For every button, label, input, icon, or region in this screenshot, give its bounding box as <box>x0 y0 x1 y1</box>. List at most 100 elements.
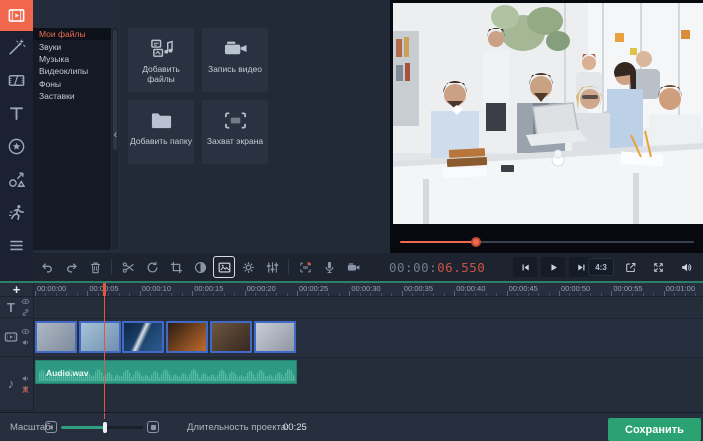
play-button[interactable] <box>541 257 565 277</box>
ruler-tick <box>328 293 329 296</box>
import-tile-4[interactable]: Захват экрана <box>202 100 268 164</box>
file-panel-item-label: Фоны <box>39 79 61 89</box>
clip-properties-button[interactable] <box>237 256 259 278</box>
seek-handle[interactable] <box>471 237 481 247</box>
file-panel-item[interactable]: Заставки <box>33 90 111 102</box>
aspect-ratio-button[interactable]: 4:3 <box>588 258 614 276</box>
import-tile-label: Захват экрана <box>205 136 265 146</box>
filters-adjust-button[interactable] <box>261 256 283 278</box>
import-tile-3[interactable]: Добавить папку <box>128 100 194 164</box>
seek-bar[interactable] <box>400 236 694 248</box>
file-panel-item[interactable]: Мои файлы <box>33 28 111 40</box>
save-button[interactable]: Сохранить <box>608 418 701 441</box>
ruler-label: 00:00:35 <box>404 284 433 293</box>
ruler-tick <box>664 291 665 296</box>
montage-wizard-button[interactable] <box>213 256 235 278</box>
video-track[interactable] <box>34 319 703 358</box>
file-panel-item-label: Музыка <box>39 54 69 64</box>
color-adjustments-button[interactable] <box>189 256 211 278</box>
sidebar-item-other-tools[interactable] <box>0 229 33 262</box>
timeline-ruler[interactable]: 00:00:0000:00:0500:00:1000:00:1500:00:20… <box>34 283 703 297</box>
add-folder-icon <box>148 109 175 132</box>
ruler-tick <box>339 293 340 296</box>
file-panel-item[interactable]: Музыка <box>33 53 111 65</box>
ruler-tick <box>391 293 392 296</box>
ruler-label: 00:00:10 <box>142 284 171 293</box>
sidebar-item-stickers[interactable] <box>0 130 33 163</box>
import-tile-2[interactable]: Запись видео <box>202 28 268 92</box>
sidebar-item-import[interactable] <box>0 0 33 31</box>
screen-capture-button[interactable] <box>294 256 316 278</box>
collapse-panel-button[interactable]: ‹ <box>111 127 120 143</box>
toolbar-group-2 <box>116 256 284 278</box>
light-streak <box>124 323 162 351</box>
ruler-tick <box>297 291 298 296</box>
audio-track[interactable]: Audio.wav <box>34 358 703 412</box>
trash-icon <box>88 260 103 275</box>
track-toggles <box>21 318 30 356</box>
screen-capture-icon <box>222 109 249 132</box>
import-tile-1[interactable]: Добавить файлы <box>128 28 194 92</box>
ruler-tick <box>643 293 644 296</box>
undo-button[interactable] <box>36 256 58 278</box>
timecode-elapsed: 00:00: <box>389 260 437 275</box>
ruler-tick <box>140 291 141 296</box>
sidebar <box>0 0 33 281</box>
playhead[interactable] <box>104 283 105 412</box>
fullscreen-button[interactable] <box>646 257 670 277</box>
rotate-button[interactable] <box>141 256 163 278</box>
video-clip[interactable] <box>35 321 77 353</box>
zoom-in-button[interactable] <box>147 421 159 433</box>
ruler-tick <box>66 293 67 296</box>
file-panel-item[interactable]: Фоны <box>33 78 111 90</box>
zoom-out-button[interactable] <box>45 421 57 433</box>
sidebar-item-transitions[interactable] <box>0 64 33 97</box>
video-clip[interactable] <box>122 321 164 353</box>
note-icon: ♪ <box>3 376 19 392</box>
video-clip[interactable] <box>79 321 121 353</box>
visibility-toggle-icon[interactable] <box>21 327 30 336</box>
video-clip[interactable] <box>166 321 208 353</box>
titles-track-icon: T <box>3 299 19 315</box>
gear-icon <box>241 260 256 275</box>
ruler-tick <box>528 293 529 296</box>
timeline: 00:00:0000:00:0500:00:1000:00:1500:00:20… <box>0 283 703 412</box>
file-panel-item[interactable]: Видеоклипы <box>33 65 111 77</box>
delete-button[interactable] <box>84 256 106 278</box>
video-clip[interactable] <box>254 321 296 353</box>
sidebar-item-filters[interactable] <box>0 31 33 64</box>
record-audio-button[interactable] <box>318 256 340 278</box>
preview-controls: 4:3 <box>586 257 700 277</box>
ruler-tick <box>433 293 434 296</box>
timeline-zoom-slider[interactable] <box>61 421 143 433</box>
redo-button[interactable] <box>60 256 82 278</box>
crop-button[interactable] <box>165 256 187 278</box>
sidebar-item-titles[interactable] <box>0 97 33 130</box>
add-track-button[interactable]: + <box>13 283 21 296</box>
zoom-slider-handle[interactable] <box>103 422 107 433</box>
ruler-tick <box>622 293 623 296</box>
ruler-tick <box>255 293 256 296</box>
record-video-button[interactable] <box>342 256 364 278</box>
list-icon <box>7 236 26 255</box>
visibility-toggle-icon[interactable] <box>21 297 30 306</box>
sound-toggle-icon[interactable] <box>21 338 30 347</box>
audio-clip[interactable]: Audio.wav <box>35 360 297 384</box>
sidebar-item-callouts[interactable] <box>0 163 33 196</box>
titles-track[interactable] <box>34 298 703 319</box>
link-toggle-icon[interactable] <box>21 308 30 317</box>
mic-muted-toggle-icon[interactable] <box>21 385 30 394</box>
share-export-button[interactable] <box>618 257 642 277</box>
previous-frame-button[interactable] <box>513 257 537 277</box>
file-panel-item[interactable]: Звуки <box>33 40 111 52</box>
ruler-corner: + <box>0 283 33 297</box>
playhead-marker[interactable] <box>103 283 106 296</box>
volume-button[interactable] <box>674 257 698 277</box>
ruler-tick <box>56 293 57 296</box>
split-button[interactable] <box>117 256 139 278</box>
timecode-display: 00:00:06.550 <box>389 253 485 281</box>
video-clip[interactable] <box>210 321 252 353</box>
sidebar-item-animation[interactable] <box>0 196 33 229</box>
file-panel-item-label: Заставки <box>39 91 75 101</box>
sound-toggle-icon[interactable] <box>21 374 30 383</box>
